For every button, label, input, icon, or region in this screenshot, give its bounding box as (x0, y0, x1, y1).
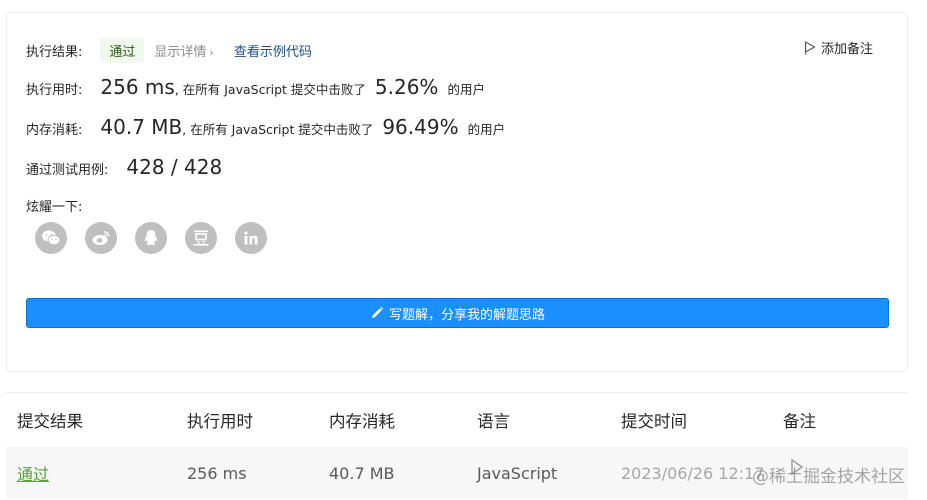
share-row: 炫耀一下: (26, 196, 82, 215)
runtime-value: 256 ms (100, 75, 175, 99)
memory-text: , 在所有 JavaScript 提交中击败了 (182, 122, 374, 137)
wechat-icon[interactable] (35, 222, 67, 254)
runtime-text: , 在所有 JavaScript 提交中击败了 (174, 82, 366, 97)
runtime-suffix: 的用户 (447, 82, 485, 97)
memory-row: 内存消耗: 40.7 MB , 在所有 JavaScript 提交中击败了 96… (26, 115, 505, 139)
row-runtime: 256 ms (187, 463, 247, 483)
qq-icon[interactable] (135, 222, 167, 254)
header-memory: 内存消耗 (329, 412, 395, 431)
memory-label: 内存消耗: (26, 123, 83, 138)
row-submit-time: 2023/06/26 12:17 (621, 463, 765, 483)
result-row: 执行结果: 通过 显示详情 › 查看示例代码 (26, 38, 312, 63)
weibo-icon[interactable] (85, 222, 117, 254)
table-header: 提交结果 执行用时 内存消耗 语言 提交时间 备注 (6, 393, 908, 447)
row-memory: 40.7 MB (329, 463, 395, 483)
header-submit-time: 提交时间 (621, 412, 687, 431)
show-details-label: 显示详情 (154, 45, 207, 60)
header-note: 备注 (783, 412, 816, 431)
row-result-link[interactable]: 通过 (17, 447, 49, 499)
share-icons (35, 222, 267, 254)
runtime-label: 执行用时: (26, 83, 83, 98)
chevron-right-icon: › (209, 46, 214, 59)
status-badge: 通过 (100, 38, 145, 63)
view-sample-code-link[interactable]: 查看示例代码 (234, 41, 312, 60)
tests-value: 428 / 428 (126, 155, 223, 179)
pencil-icon (371, 306, 384, 318)
header-result: 提交结果 (17, 412, 83, 431)
runtime-row: 执行用时: 256 ms , 在所有 JavaScript 提交中击败了 5.2… (26, 75, 485, 99)
result-label: 执行结果: (26, 45, 83, 60)
watermark: @稀土掘金技术社区 (752, 467, 905, 487)
share-label: 炫耀一下: (26, 200, 83, 215)
add-note-label: 添加备注 (820, 42, 873, 57)
write-solution-label: 写题解，分享我的解题思路 (388, 307, 545, 323)
douban-icon[interactable] (185, 222, 217, 254)
memory-percent: 96.49% (382, 115, 459, 139)
show-details-link[interactable]: 显示详情 › (154, 41, 213, 60)
result-card: 执行结果: 通过 显示详情 › 查看示例代码 添加备注 执行用时: 256 ms … (6, 12, 908, 372)
linkedin-icon[interactable] (235, 222, 267, 254)
flag-icon (804, 40, 816, 54)
runtime-percent: 5.26% (374, 75, 439, 99)
tests-row: 通过测试用例: 428 / 428 (26, 155, 222, 179)
header-runtime: 执行用时 (187, 412, 253, 431)
header-language: 语言 (477, 412, 510, 431)
write-solution-button[interactable]: 写题解，分享我的解题思路 (26, 298, 889, 328)
memory-suffix: 的用户 (467, 122, 506, 137)
memory-value: 40.7 MB (100, 115, 183, 139)
row-language: JavaScript (477, 463, 558, 483)
add-note-button[interactable]: 添加备注 (804, 38, 873, 57)
tests-label: 通过测试用例: (26, 163, 109, 178)
